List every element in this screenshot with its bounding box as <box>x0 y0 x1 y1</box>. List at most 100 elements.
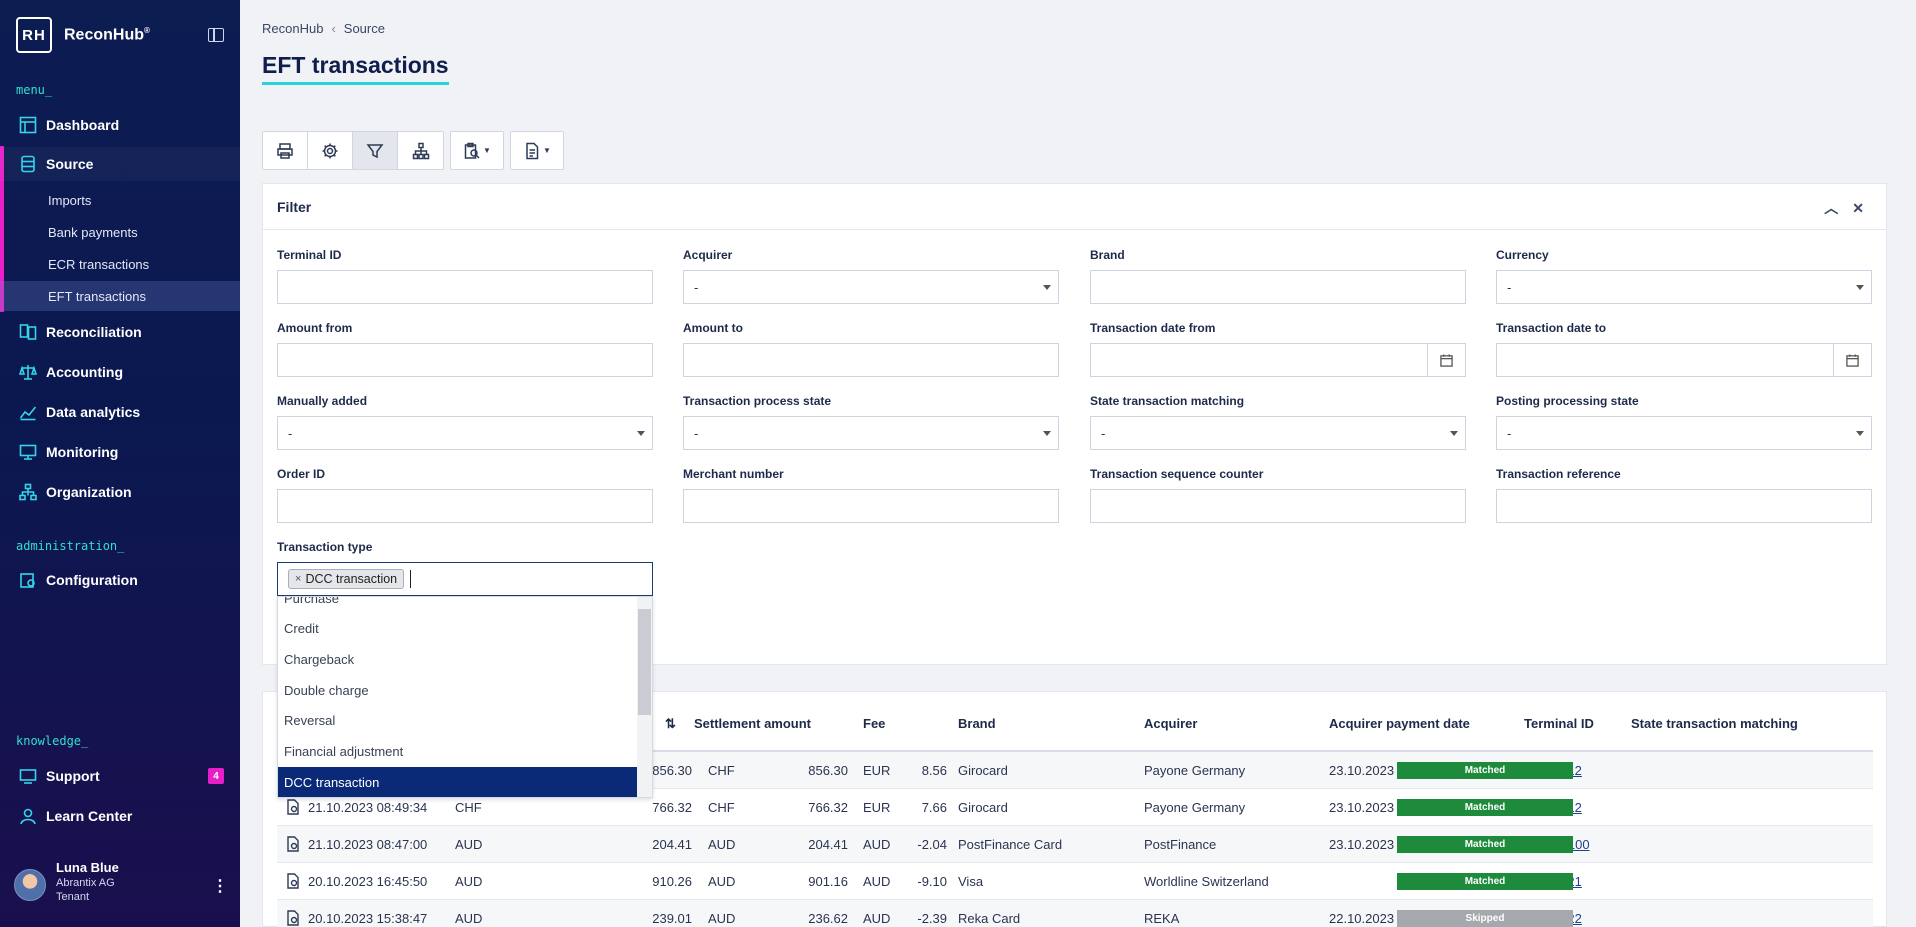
calendar-icon[interactable] <box>1833 344 1871 376</box>
amount-from-input[interactable] <box>277 343 653 377</box>
option-financial-adjustment[interactable]: Financial adjustment <box>278 736 638 766</box>
acquirer-field: Acquirer - <box>683 248 1059 304</box>
sidebar-collapse-icon[interactable] <box>208 28 224 42</box>
hierarchy-button[interactable] <box>398 132 443 169</box>
nav-bank-payments[interactable]: Bank payments <box>0 217 240 247</box>
col-acquirer[interactable]: Acquirer <box>1144 716 1197 731</box>
acquirer-select[interactable]: - <box>683 270 1059 304</box>
option-reversal[interactable]: Reversal <box>278 705 638 735</box>
col-settlement-amount[interactable]: Settlement amount <box>694 716 811 731</box>
posting-state-label: Posting processing state <box>1496 394 1639 408</box>
settlement-currency-cell: AUD <box>708 837 736 852</box>
nav-eft-transactions[interactable]: EFT transactions <box>0 281 240 311</box>
process-state-value: - <box>694 425 699 441</box>
breadcrumb-source[interactable]: Source <box>344 21 385 36</box>
transaction-reference-input[interactable] <box>1496 489 1872 523</box>
document-icon[interactable] <box>286 873 300 889</box>
nav-imports[interactable]: Imports <box>0 185 240 215</box>
col-fee[interactable]: Fee <box>863 716 885 731</box>
option-dcc-transaction[interactable]: DCC transaction <box>278 767 638 797</box>
transaction-type-multiselect[interactable]: × DCC transaction <box>277 562 653 596</box>
nav-ecr-transactions[interactable]: ECR transactions <box>0 249 240 279</box>
brand-cell: Visa <box>958 874 984 889</box>
sequence-counter-input[interactable] <box>1090 489 1466 523</box>
transaction-reference-label: Transaction reference <box>1496 467 1621 481</box>
collapse-chevron-up-icon[interactable]: ︿ <box>1824 200 1838 216</box>
nav-source[interactable]: Source <box>0 147 240 181</box>
user-menu-kebab-icon[interactable]: ⋮ <box>212 876 228 896</box>
manually-added-select[interactable]: - <box>277 416 653 450</box>
terminal-id-input[interactable] <box>277 270 653 304</box>
currency-cell: AUD <box>455 911 483 926</box>
date-from-input[interactable] <box>1090 343 1466 377</box>
acquirer-cell: REKA <box>1144 911 1180 926</box>
nav-dashboard[interactable]: Dashboard <box>0 108 240 142</box>
nav-data-analytics[interactable]: Data analytics <box>0 395 240 429</box>
acquirer-value: - <box>694 279 699 295</box>
support-badge: 4 <box>208 768 224 784</box>
order-id-input[interactable] <box>277 489 653 523</box>
nav-data-analytics-label: Data analytics <box>46 404 141 420</box>
sequence-counter-field: Transaction sequence counter <box>1090 467 1466 523</box>
table-row[interactable]: 21.10.2023 08:47:00 AUD 204.41 AUD 204.4… <box>277 826 1873 863</box>
sort-arrows-icon[interactable]: ⇅ <box>665 716 676 732</box>
manually-added-caret-icon <box>637 431 645 436</box>
col-terminal-id[interactable]: Terminal ID <box>1524 716 1594 731</box>
option-purchase[interactable]: Purchase <box>278 597 638 613</box>
settlement-currency-cell: AUD <box>708 874 736 889</box>
status-badge: Matched <box>1397 873 1573 890</box>
learn-icon <box>18 806 38 826</box>
document-icon[interactable] <box>286 836 300 852</box>
matching-state-select[interactable]: - <box>1090 416 1466 450</box>
registered-mark: ® <box>144 25 150 35</box>
merchant-number-input[interactable] <box>683 489 1059 523</box>
support-icon <box>18 766 38 786</box>
nav-reconciliation[interactable]: Reconciliation <box>0 315 240 349</box>
option-credit[interactable]: Credit <box>278 613 638 643</box>
nav-accounting[interactable]: Accounting <box>0 355 240 389</box>
col-brand[interactable]: Brand <box>958 716 996 731</box>
user-role: Tenant <box>56 891 90 903</box>
nav-learn-center[interactable]: Learn Center <box>0 799 240 833</box>
nav-organization[interactable]: Organization <box>0 475 240 509</box>
calendar-icon[interactable] <box>1427 344 1465 376</box>
option-double-charge[interactable]: Double charge <box>278 675 638 705</box>
payment-date-cell: 23.10.2023 <box>1329 763 1395 778</box>
table-row[interactable]: 20.10.2023 15:38:47 AUD 239.01 AUD 236.6… <box>277 900 1873 927</box>
brand-input[interactable] <box>1090 270 1466 304</box>
settlement-amount-cell: 856.30 <box>808 763 848 778</box>
date-to-field: Transaction date to <box>1496 321 1872 377</box>
currency-value: - <box>1507 279 1512 295</box>
amount-to-input[interactable] <box>683 343 1059 377</box>
remove-tag-icon[interactable]: × <box>295 573 301 585</box>
close-icon[interactable]: ✕ <box>1852 200 1864 216</box>
filter-button[interactable] <box>353 132 398 169</box>
dropdown-scrollbar[interactable] <box>637 597 652 797</box>
posting-state-select[interactable]: - <box>1496 416 1872 450</box>
process-state-select[interactable]: - <box>683 416 1059 450</box>
settings-button[interactable] <box>308 132 353 169</box>
col-state-matching[interactable]: State transaction matching <box>1631 716 1798 731</box>
dropdown-scroll-thumb[interactable] <box>638 609 651 715</box>
nav-support[interactable]: Support 4 <box>0 759 240 793</box>
document-icon[interactable] <box>286 910 300 926</box>
transaction-reference-field: Transaction reference <box>1496 467 1872 523</box>
nav-configuration[interactable]: Configuration <box>0 563 240 597</box>
settlement-currency-cell: AUD <box>708 911 736 926</box>
clipboard-search-button[interactable]: ▼ <box>451 132 503 169</box>
print-button[interactable] <box>263 132 308 169</box>
user-profile[interactable]: Luna Blue Abrantix AG Tenant <box>14 860 119 903</box>
col-acquirer-payment-date[interactable]: Acquirer payment date <box>1329 716 1470 731</box>
logo[interactable]: RH ReconHub® <box>16 17 150 53</box>
option-chargeback[interactable]: Chargeback <box>278 644 638 674</box>
export-document-button[interactable]: ▼ <box>511 132 563 169</box>
currency-select[interactable]: - <box>1496 270 1872 304</box>
selected-tag[interactable]: × DCC transaction <box>288 569 405 589</box>
breadcrumb-home[interactable]: ReconHub <box>262 21 323 36</box>
manually-added-label: Manually added <box>277 394 368 408</box>
document-icon[interactable] <box>286 799 300 815</box>
table-row[interactable]: 20.10.2023 16:45:50 AUD 910.26 AUD 901.1… <box>277 863 1873 900</box>
nav-monitoring[interactable]: Monitoring <box>0 435 240 469</box>
document-icon <box>526 142 539 159</box>
date-to-input[interactable] <box>1496 343 1872 377</box>
